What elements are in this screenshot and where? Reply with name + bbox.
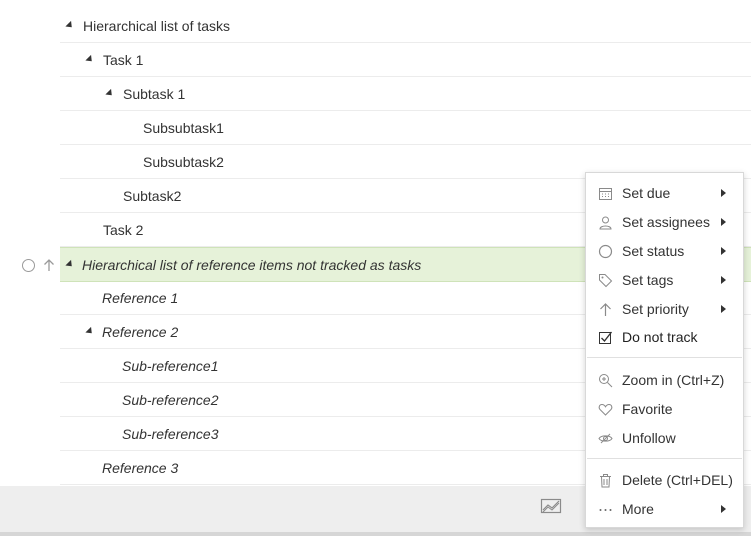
collapse-triangle-icon[interactable] [85, 326, 95, 337]
context-menu: Set due Set assignees Set status Set tag… [585, 172, 744, 528]
tree-row[interactable]: Task 1 [60, 44, 751, 77]
menu-item-label: Do not track [622, 329, 698, 345]
eye-off-icon [598, 431, 613, 446]
row-label: Reference 2 [102, 324, 179, 340]
submenu-arrow-icon [721, 505, 726, 513]
submenu-arrow-icon [721, 305, 726, 313]
collapse-triangle-icon[interactable] [85, 54, 95, 65]
menu-item-label: Set due [622, 185, 671, 201]
row-label: Subtask2 [123, 188, 182, 204]
menu-item-favorite[interactable]: Favorite [586, 395, 743, 423]
menu-item-label: Zoom in (Ctrl+Z) [622, 372, 725, 388]
zoom-in-icon [598, 373, 613, 388]
menu-item-set-status[interactable]: Set status [586, 237, 743, 265]
person-icon [598, 215, 613, 230]
submenu-arrow-icon [721, 189, 726, 197]
ellipsis-icon [598, 502, 613, 517]
circle-icon [598, 244, 613, 259]
collapse-triangle-icon[interactable] [65, 20, 75, 31]
row-tools [22, 257, 55, 273]
menu-item-zoom-in[interactable]: Zoom in (Ctrl+Z) [586, 366, 743, 394]
submenu-arrow-icon [721, 276, 726, 284]
row-label: Sub-reference1 [122, 358, 219, 374]
menu-item-label: Set priority [622, 301, 689, 317]
menu-item-set-priority[interactable]: Set priority [586, 295, 743, 323]
menu-item-label: More [622, 501, 654, 517]
row-label: Subtask 1 [123, 86, 186, 102]
menu-item-set-due[interactable]: Set due [586, 179, 743, 207]
menu-item-label: Set tags [622, 272, 674, 288]
status-circle-icon[interactable] [22, 258, 35, 272]
menu-item-set-assignees[interactable]: Set assignees [586, 208, 743, 236]
heart-icon [598, 402, 613, 417]
priority-arrow-icon[interactable] [43, 258, 55, 272]
row-label: Subsubtask1 [143, 120, 224, 136]
menu-separator [587, 458, 742, 459]
row-label: Hierarchical list of tasks [83, 18, 231, 34]
menu-item-label: Unfollow [622, 430, 676, 446]
row-label: Task 1 [103, 52, 144, 68]
menu-item-delete[interactable]: Delete (Ctrl+DEL) [586, 466, 743, 494]
row-label: Reference 3 [102, 460, 179, 476]
submenu-arrow-icon [721, 247, 726, 255]
collapse-triangle-icon[interactable] [105, 88, 115, 99]
row-label: Sub-reference2 [122, 392, 219, 408]
tree-row[interactable]: Hierarchical list of tasks [60, 10, 751, 43]
menu-item-more[interactable]: More [586, 495, 743, 523]
tree-row[interactable]: Subtask 1 [60, 78, 751, 111]
menu-separator [587, 357, 742, 358]
menu-item-do-not-track[interactable]: Do not track [586, 323, 743, 351]
horizontal-scrollbar[interactable] [0, 532, 751, 536]
collapse-triangle-icon[interactable] [65, 259, 75, 270]
menu-item-unfollow[interactable]: Unfollow [586, 424, 743, 452]
row-label: Sub-reference3 [122, 426, 219, 442]
menu-item-label: Set status [622, 243, 685, 259]
trash-icon [598, 473, 613, 488]
checkbox-checked-icon [598, 330, 613, 345]
chart-icon[interactable] [540, 497, 562, 515]
tag-icon [598, 273, 613, 288]
calendar-icon [598, 186, 613, 201]
menu-item-label: Favorite [622, 401, 673, 417]
menu-item-label: Set assignees [622, 214, 710, 230]
submenu-arrow-icon [721, 218, 726, 226]
row-label: Subsubtask2 [143, 154, 224, 170]
arrow-up-icon [598, 302, 613, 317]
menu-item-label: Delete (Ctrl+DEL) [622, 472, 733, 488]
row-label: Reference 1 [102, 290, 179, 306]
row-label: Hierarchical list of reference items not… [82, 256, 422, 273]
menu-item-set-tags[interactable]: Set tags [586, 266, 743, 294]
row-label: Task 2 [103, 222, 144, 238]
tree-row[interactable]: Subsubtask1 [60, 112, 751, 145]
